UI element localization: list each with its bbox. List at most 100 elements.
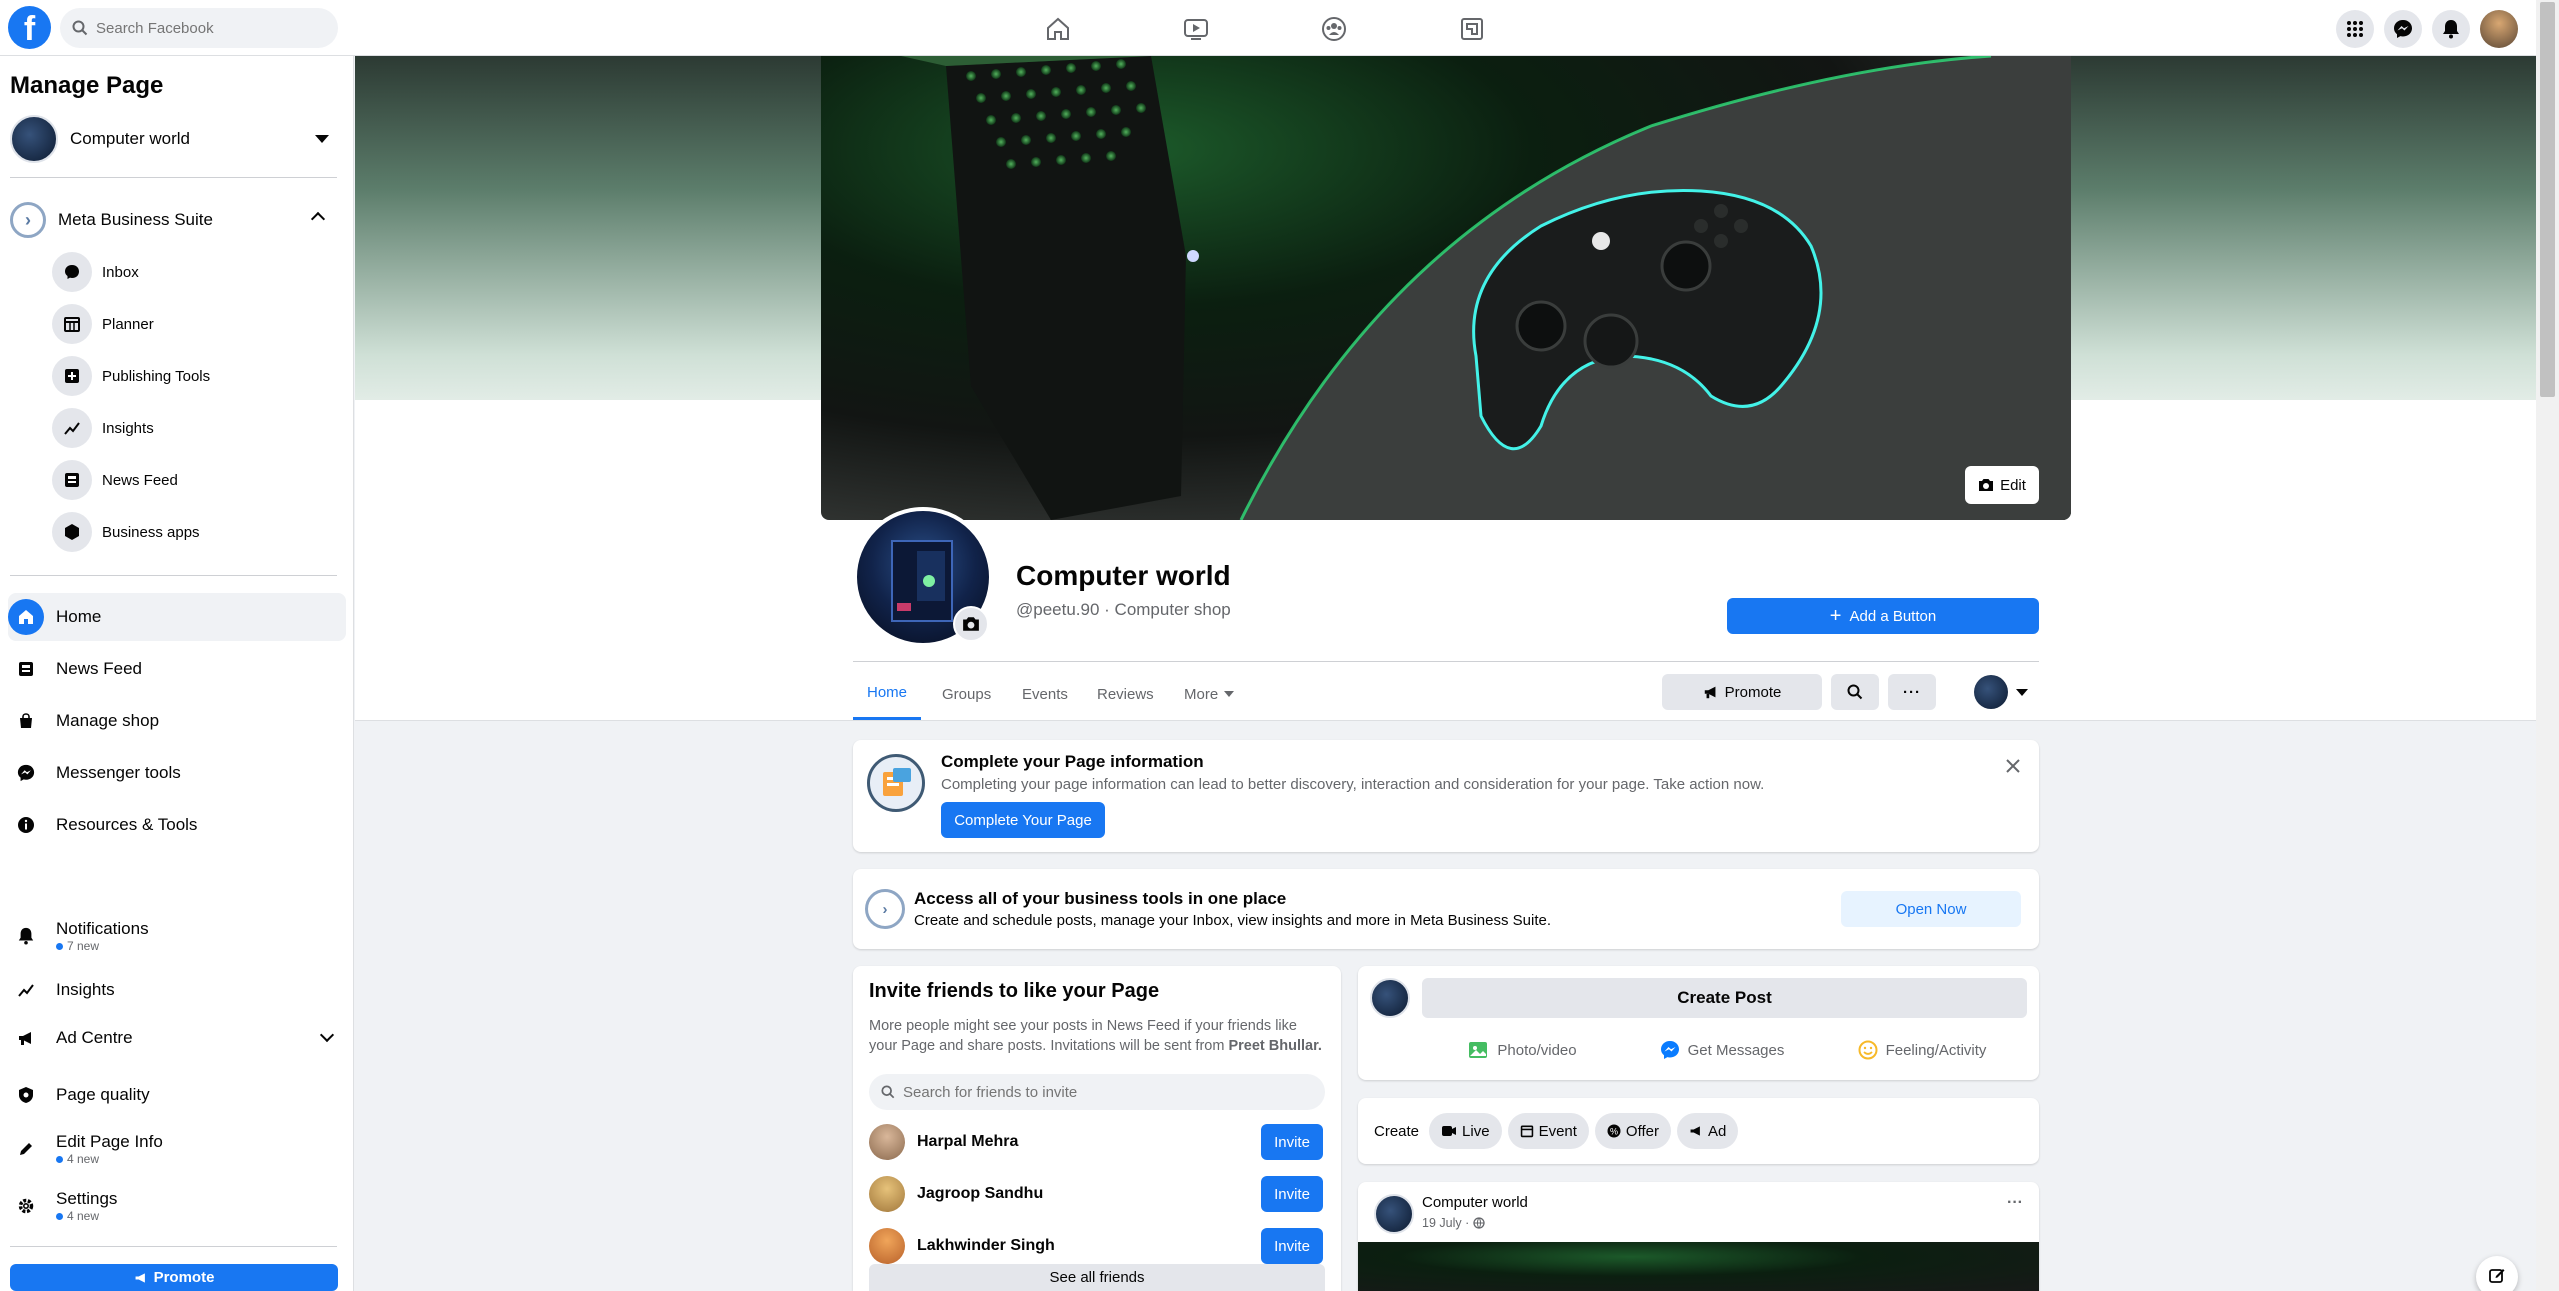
create-post-button[interactable]: Create Post	[1422, 978, 2027, 1018]
post-author-name[interactable]: Computer world	[1422, 1194, 1528, 1211]
sidebar-item-insights-main[interactable]: Insights	[8, 966, 346, 1014]
shopping-bag-icon	[8, 703, 44, 739]
home-nav-button[interactable]	[1003, 6, 1113, 52]
tab-label: Reviews	[1097, 685, 1154, 703]
sidebar-item-settings[interactable]: Settings 4 new	[8, 1180, 346, 1232]
event-chip[interactable]: Event	[1507, 1113, 1589, 1149]
ad-chip[interactable]: Ad	[1677, 1113, 1739, 1149]
top-navigation-bar: f	[0, 0, 2536, 56]
sidebar-item-label: News Feed	[56, 659, 142, 678]
sidebar-item-news-feed-main[interactable]: News Feed	[8, 645, 346, 693]
tab-home[interactable]: Home	[853, 668, 922, 720]
tab-reviews[interactable]: Reviews	[1083, 668, 1168, 720]
close-card-button[interactable]	[2001, 754, 2025, 778]
sidebar-promote-button[interactable]: Promote	[10, 1264, 338, 1291]
tab-label: More	[1184, 685, 1219, 703]
sidebar-item-messenger-tools[interactable]: Messenger tools	[8, 749, 346, 797]
post-options-button[interactable]: ···	[2007, 1194, 2023, 1212]
sidebar-item-label: Messenger tools	[56, 763, 181, 782]
menu-button[interactable]	[2336, 10, 2374, 48]
friend-name: Jagroop Sandhu	[917, 1185, 1044, 1202]
more-options-button[interactable]: ···	[1888, 674, 1936, 710]
cover-photo[interactable]	[821, 56, 2071, 520]
sidebar-item-edit-page-info[interactable]: Edit Page Info 4 new	[8, 1123, 346, 1175]
open-now-button[interactable]: Open Now	[1841, 891, 2021, 927]
page-scrollbar[interactable]	[2536, 0, 2559, 1291]
feeling-activity-button[interactable]: Feeling/Activity	[1822, 1032, 2022, 1068]
sidebar-item-ad-centre[interactable]: Ad Centre	[8, 1014, 346, 1062]
scrollbar-thumb[interactable]	[2540, 2, 2555, 397]
facebook-logo[interactable]: f	[8, 6, 51, 49]
info-icon	[8, 807, 44, 843]
sidebar-item-manage-shop[interactable]: Manage shop	[8, 697, 346, 745]
messenger-button[interactable]	[2384, 10, 2422, 48]
chat-bubble-icon	[52, 252, 92, 292]
invite-button[interactable]: Invite	[1261, 1228, 1323, 1264]
sidebar-item-insights[interactable]: Insights	[52, 406, 332, 450]
page-switcher-name: Computer world	[70, 129, 190, 148]
search-page-button[interactable]	[1831, 674, 1879, 710]
business-tools-card: › Access all of your business tools in o…	[853, 869, 2039, 949]
create-label: Create	[1374, 1122, 1420, 1140]
invite-title: Invite friends to like your Page	[869, 980, 1160, 1002]
post-author-avatar[interactable]	[1374, 1194, 1414, 1234]
invite-button[interactable]: Invite	[1261, 1124, 1323, 1160]
promote-button[interactable]: Promote	[1662, 674, 1822, 710]
chip-label: Live	[1462, 1122, 1490, 1140]
add-a-button-label: Add a Button	[1849, 607, 1937, 625]
watch-nav-button[interactable]	[1141, 6, 1251, 52]
new-message-button[interactable]	[2476, 1256, 2518, 1291]
post-image[interactable]	[1358, 1242, 2039, 1291]
friend-search-input[interactable]	[903, 1083, 1303, 1101]
post-date[interactable]: 19 July ·	[1422, 1216, 1469, 1230]
business-suite-icon: ›	[10, 202, 46, 238]
sidebar-item-inbox[interactable]: Inbox	[52, 250, 332, 294]
search-box[interactable]	[60, 8, 338, 48]
update-profile-picture-button[interactable]	[953, 606, 989, 642]
sidebar-item-page-quality[interactable]: Page quality	[8, 1071, 346, 1119]
offer-chip[interactable]: % Offer	[1594, 1113, 1671, 1149]
tab-more[interactable]: More	[1170, 668, 1248, 720]
sidebar-item-planner[interactable]: Planner	[52, 302, 332, 346]
complete-your-page-label: Complete Your Page	[954, 811, 1092, 829]
photo-video-button[interactable]: Photo/video	[1422, 1032, 1622, 1068]
page-voice-switcher[interactable]	[1964, 674, 2038, 710]
sidebar-item-notifications[interactable]: Notifications 7 new	[8, 910, 346, 962]
meta-business-suite-toggle[interactable]: › Meta Business Suite	[10, 200, 337, 240]
page-switcher[interactable]: Computer world	[10, 114, 337, 164]
search-input[interactable]	[96, 19, 316, 37]
gear-icon	[8, 1188, 44, 1224]
caret-down-icon	[1224, 691, 1235, 697]
edit-cover-label: Edit	[2000, 476, 2026, 494]
live-chip[interactable]: Live	[1429, 1113, 1502, 1149]
friend-search-box[interactable]	[869, 1074, 1325, 1110]
gaming-nav-button[interactable]	[1417, 6, 1527, 52]
edit-cover-button[interactable]: Edit	[1965, 466, 2039, 504]
see-all-friends-button[interactable]: See all friends	[869, 1264, 1325, 1291]
promote-label: Promote	[153, 1269, 215, 1286]
sidebar-item-business-apps[interactable]: Business apps	[52, 510, 332, 554]
page-title: Computer world	[1016, 560, 1231, 591]
tab-events[interactable]: Events	[1008, 668, 1082, 720]
create-post-card: Create Post Photo/video Get Messages Fee…	[1358, 966, 2039, 1080]
sidebar-item-resources-tools[interactable]: Resources & Tools	[8, 801, 346, 849]
account-avatar[interactable]	[2480, 10, 2518, 48]
sidebar-item-publishing-tools[interactable]: Publishing Tools	[52, 354, 332, 398]
insights-icon	[52, 408, 92, 448]
plus-icon: +	[1829, 604, 1842, 627]
get-messages-button[interactable]: Get Messages	[1622, 1032, 1822, 1068]
complete-your-page-button[interactable]: Complete Your Page	[941, 802, 1105, 838]
invite-button[interactable]: Invite	[1261, 1176, 1323, 1212]
sidebar-item-home[interactable]: Home	[8, 593, 346, 641]
add-a-button[interactable]: + Add a Button	[1727, 598, 2039, 634]
sidebar-item-label: Home	[56, 607, 102, 626]
svg-text:%: %	[1610, 1127, 1618, 1137]
tab-groups[interactable]: Groups	[928, 668, 1005, 720]
sidebar-divider	[10, 1246, 337, 1247]
groups-nav-button[interactable]	[1279, 6, 1389, 52]
new-dot	[56, 942, 63, 950]
sidebar-item-news-feed[interactable]: News Feed	[52, 458, 332, 502]
tabs-divider	[853, 661, 2039, 662]
chip-label: Ad	[1708, 1122, 1727, 1140]
notifications-button[interactable]	[2432, 10, 2470, 48]
